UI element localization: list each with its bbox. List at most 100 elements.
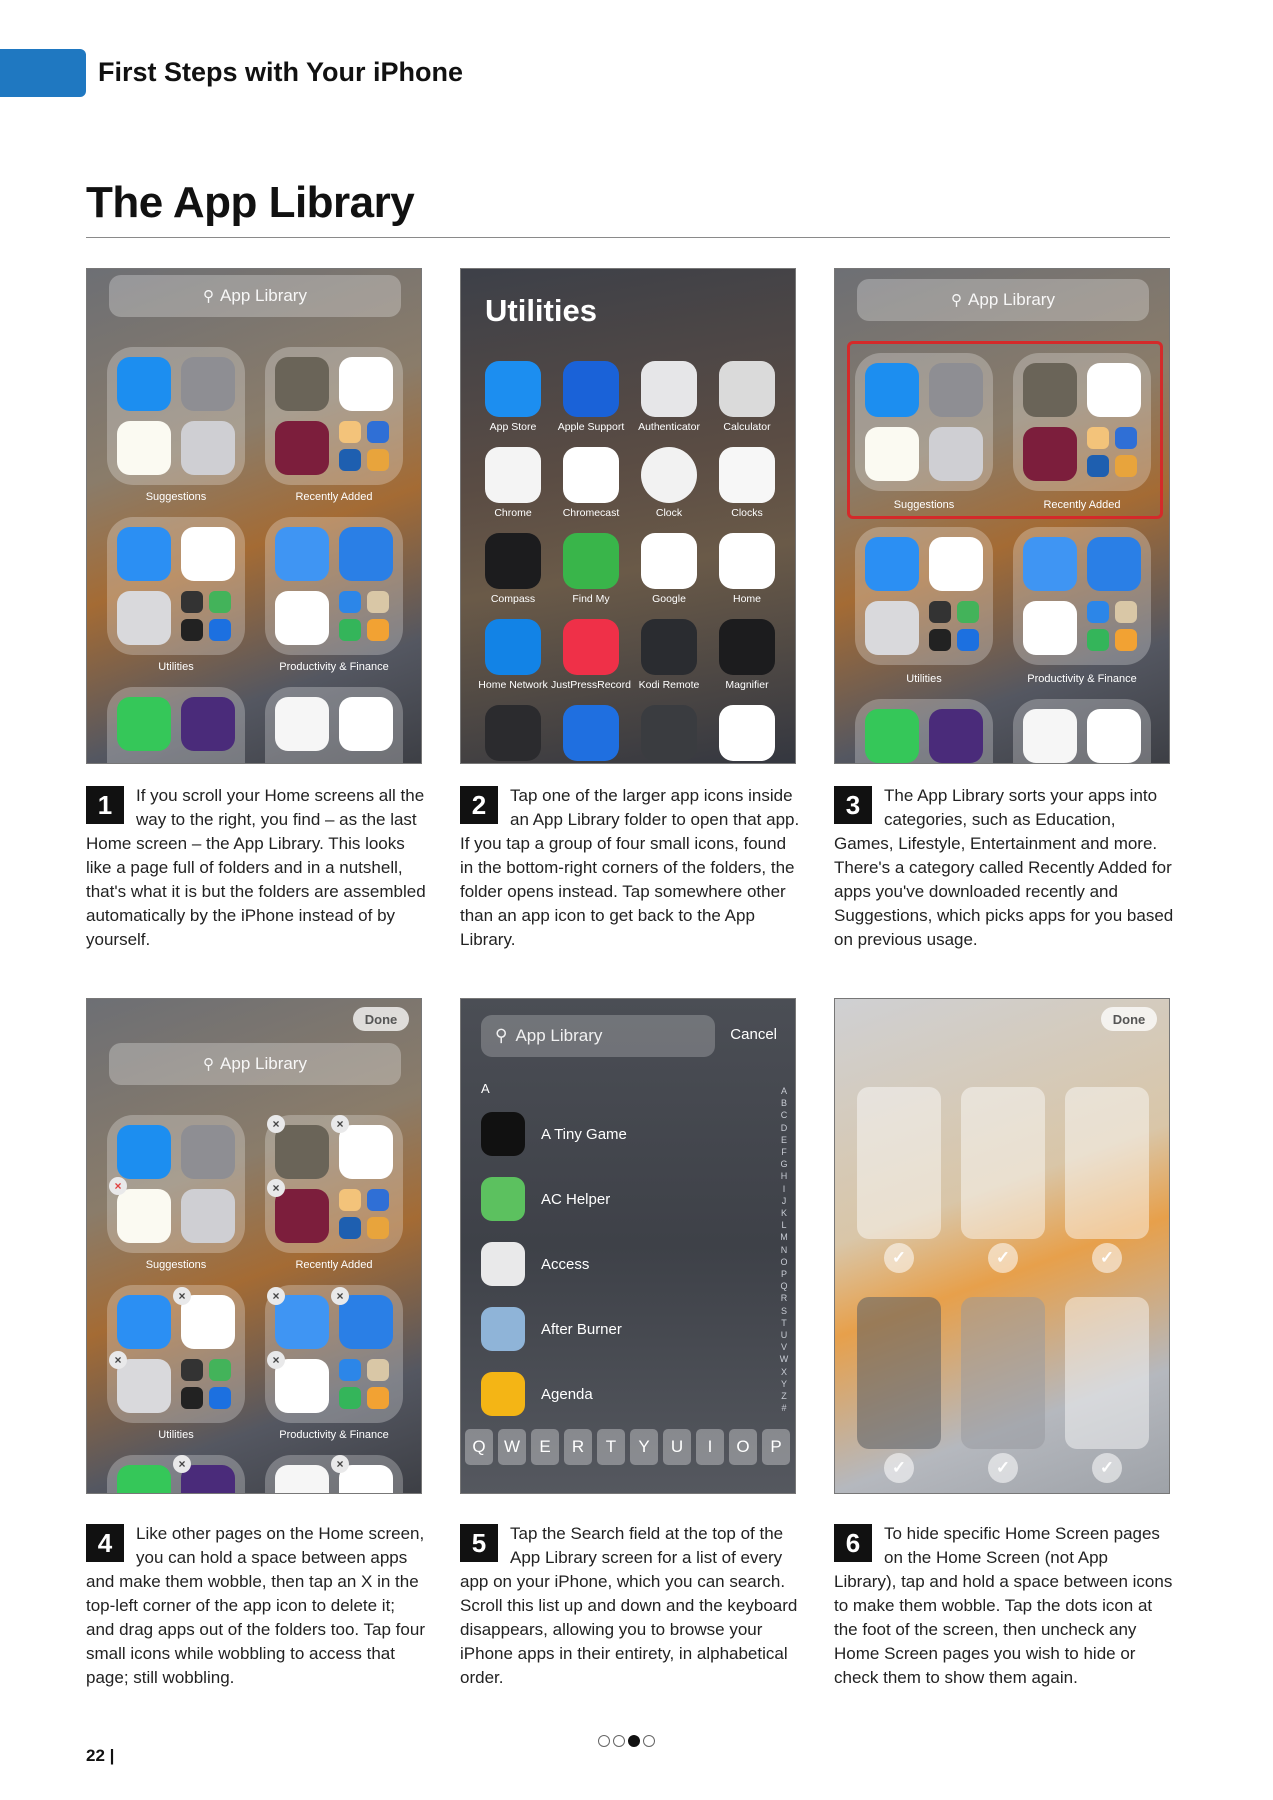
home-page-thumbnail[interactable]: [1065, 1087, 1149, 1239]
list-item[interactable]: Access: [481, 1241, 589, 1287]
folder-photo-video[interactable]: [1013, 699, 1151, 763]
cancel-button[interactable]: Cancel: [730, 1026, 777, 1043]
photos-icon[interactable]: [275, 1465, 329, 1493]
delete-x-icon[interactable]: ×: [109, 1351, 127, 1369]
chrome-icon[interactable]: [485, 447, 541, 503]
key[interactable]: Y: [630, 1429, 658, 1465]
home-page-thumbnail[interactable]: [857, 1087, 941, 1239]
nhs-icon[interactable]: [339, 449, 361, 471]
mini-app-icon[interactable]: [929, 629, 951, 651]
mini-app-icon[interactable]: [367, 449, 389, 471]
home-page-thumbnail[interactable]: [1065, 1297, 1149, 1449]
avfc-icon[interactable]: [275, 421, 329, 475]
notes-icon[interactable]: [117, 1189, 171, 1243]
camera-icon[interactable]: [929, 427, 983, 481]
clock-icon[interactable]: [641, 447, 697, 503]
measure-icon[interactable]: [485, 705, 541, 761]
kodi-remote-icon[interactable]: [641, 619, 697, 675]
nhs-icon[interactable]: [339, 1217, 361, 1239]
delete-x-icon[interactable]: ×: [173, 1287, 191, 1305]
procreate-icon[interactable]: [339, 357, 393, 411]
key[interactable]: I: [696, 1429, 724, 1465]
files-icon[interactable]: [275, 591, 329, 645]
checkmark-icon[interactable]: ✓: [988, 1243, 1018, 1273]
justpressrecord-icon[interactable]: [563, 619, 619, 675]
folder-suggestions[interactable]: [855, 353, 993, 491]
delete-x-icon[interactable]: ×: [331, 1115, 349, 1133]
safari-icon[interactable]: [865, 537, 919, 591]
avfc-icon[interactable]: [275, 1189, 329, 1243]
procreate-icon[interactable]: [1087, 363, 1141, 417]
app-store-icon[interactable]: [485, 361, 541, 417]
messages-icon[interactable]: [117, 1465, 171, 1493]
mini-app-icon[interactable]: [1087, 629, 1109, 651]
mini-app-icon[interactable]: [339, 1359, 361, 1381]
download-icon[interactable]: [1087, 537, 1141, 591]
delete-x-icon[interactable]: ×: [267, 1115, 285, 1133]
mini-app-icon[interactable]: [1087, 427, 1109, 449]
mini-app-icon[interactable]: [209, 1387, 231, 1409]
checkmark-icon[interactable]: ✓: [1092, 1453, 1122, 1483]
mini-app-icon[interactable]: [1115, 427, 1137, 449]
files-icon[interactable]: [275, 1359, 329, 1413]
folder-recently-added[interactable]: [265, 347, 403, 485]
key[interactable]: Q: [465, 1429, 493, 1465]
company-of-heroes-icon[interactable]: [275, 1125, 329, 1179]
magnifier-icon[interactable]: [719, 619, 775, 675]
key[interactable]: U: [663, 1429, 691, 1465]
mini-app-icon[interactable]: [367, 421, 389, 443]
chromecast-icon[interactable]: [181, 527, 235, 581]
files-icon[interactable]: [1023, 601, 1077, 655]
delete-x-icon[interactable]: ×: [267, 1179, 285, 1197]
folder-productivity-finance[interactable]: [265, 1285, 403, 1423]
settings-icon[interactable]: [181, 357, 235, 411]
home-network-icon[interactable]: [485, 619, 541, 675]
calculator-icon[interactable]: [719, 361, 775, 417]
mini-app-icon[interactable]: [367, 619, 389, 641]
mini-app-icon[interactable]: [181, 1387, 203, 1409]
safari-icon[interactable]: [117, 1295, 171, 1349]
key[interactable]: O: [729, 1429, 757, 1465]
mini-app-icon[interactable]: [957, 601, 979, 623]
app-library-search-bar[interactable]: ⚲ App Library: [109, 275, 401, 317]
mini-app-icon[interactable]: [209, 591, 231, 613]
home-page-thumbnail[interactable]: [961, 1297, 1045, 1449]
mini-app-icon[interactable]: [1115, 629, 1137, 651]
folder-recently-added[interactable]: [265, 1115, 403, 1253]
folder-productivity-finance[interactable]: [1013, 527, 1151, 665]
settings-icon[interactable]: [929, 363, 983, 417]
alphabet-index[interactable]: A B C D E F G H I J K L M N O P Q R S T …: [778, 1085, 790, 1414]
mini-app-icon[interactable]: [339, 591, 361, 613]
folder-photo-video[interactable]: [265, 687, 403, 763]
folder-suggestions[interactable]: [107, 347, 245, 485]
calculator-icon[interactable]: [865, 601, 919, 655]
app-store-icon[interactable]: [117, 357, 171, 411]
mail-icon[interactable]: [275, 527, 329, 581]
mini-app-icon[interactable]: [957, 629, 979, 651]
chromecast-icon[interactable]: [181, 1295, 235, 1349]
chromecast-icon[interactable]: [929, 537, 983, 591]
checkmark-icon[interactable]: ✓: [884, 1243, 914, 1273]
key[interactable]: R: [564, 1429, 592, 1465]
mini-app-icon[interactable]: [181, 619, 203, 641]
photos-icon[interactable]: [1023, 709, 1077, 763]
done-button[interactable]: Done: [1101, 1007, 1157, 1031]
camera-icon[interactable]: [181, 421, 235, 475]
mini-app-icon[interactable]: [339, 421, 361, 443]
messages-icon[interactable]: [865, 709, 919, 763]
done-button[interactable]: Done: [353, 1007, 409, 1031]
mini-app-icon[interactable]: [1115, 455, 1137, 477]
infinity-pro-icon[interactable]: [339, 697, 393, 751]
find-my-icon[interactable]: [563, 533, 619, 589]
camera-icon[interactable]: [181, 1189, 235, 1243]
mini-app-icon[interactable]: [367, 1387, 389, 1409]
safari-icon[interactable]: [117, 527, 171, 581]
chromecast-icon[interactable]: [563, 447, 619, 503]
delete-x-icon[interactable]: ×: [109, 1177, 127, 1195]
nhs-icon[interactable]: [1087, 455, 1109, 477]
calculator-icon[interactable]: [117, 1359, 171, 1413]
mini-app-icon[interactable]: [181, 591, 203, 613]
folder-utilities[interactable]: [107, 1285, 245, 1423]
key[interactable]: T: [597, 1429, 625, 1465]
messages-icon[interactable]: [117, 697, 171, 751]
